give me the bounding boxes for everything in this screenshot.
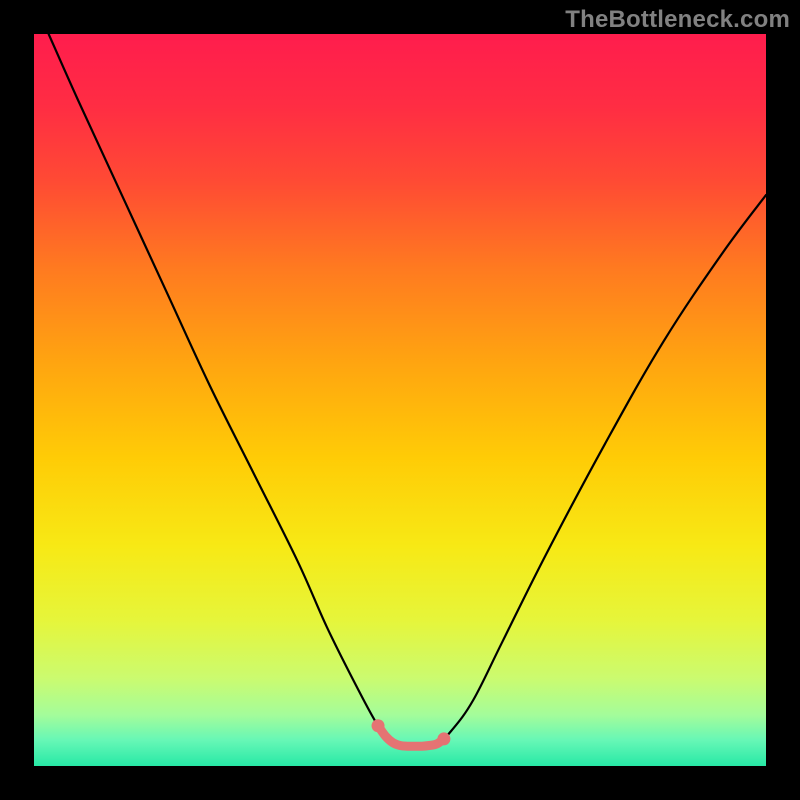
plot-area — [34, 34, 766, 766]
highlight-end-dot — [437, 732, 450, 745]
chart-frame: TheBottleneck.com — [0, 0, 800, 800]
attribution-label: TheBottleneck.com — [565, 6, 790, 34]
highlight-start-dot — [372, 719, 385, 732]
bottleneck-chart — [34, 34, 766, 766]
gradient-background — [34, 34, 766, 766]
